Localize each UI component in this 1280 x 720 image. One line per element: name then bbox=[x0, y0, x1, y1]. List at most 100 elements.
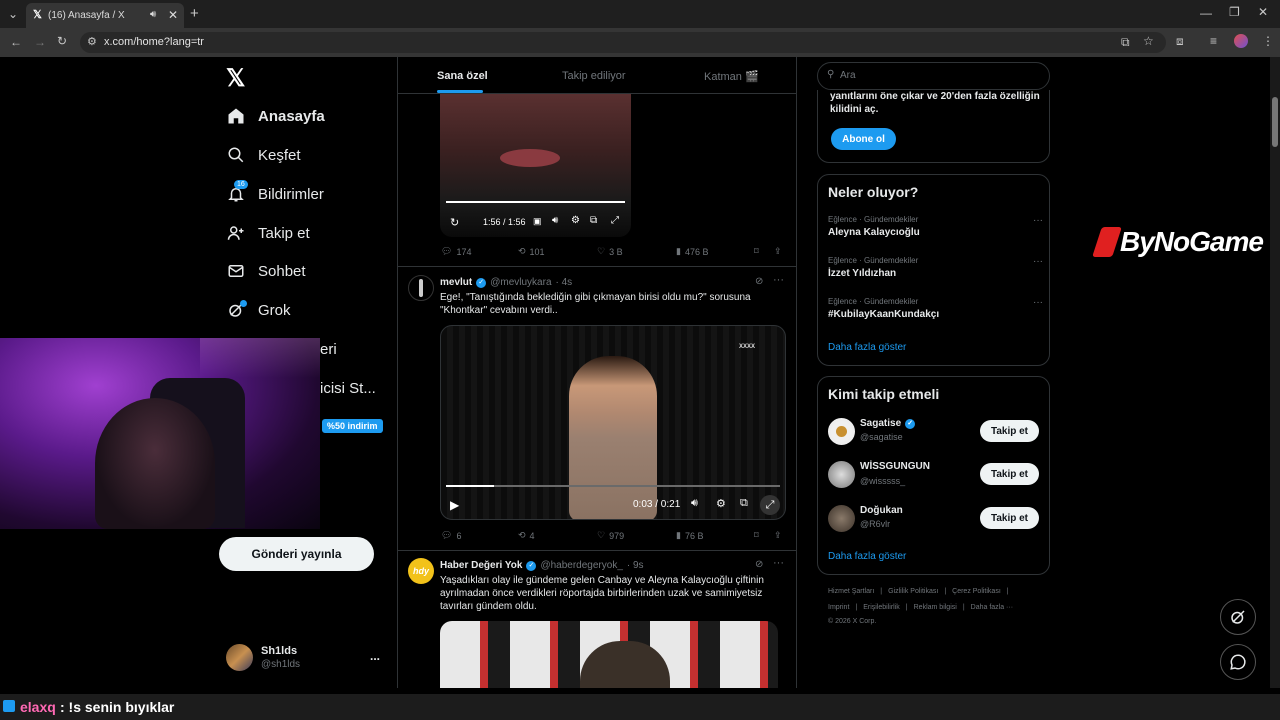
nav-explore[interactable]: Keşfet bbox=[226, 142, 301, 168]
post2-bookmark-icon[interactable]: ⌑ bbox=[754, 530, 759, 541]
user-avatar[interactable] bbox=[828, 505, 855, 532]
bookmark-star-icon[interactable]: ☆ bbox=[1143, 35, 1154, 47]
play-icon[interactable]: ▶ bbox=[450, 498, 459, 512]
nav-follow[interactable]: Takip et bbox=[226, 220, 310, 246]
footer-link[interactable]: Imprint bbox=[828, 604, 849, 611]
nav-lists[interactable]: eri bbox=[320, 336, 337, 362]
footer-link[interactable]: Erişilebilirlik bbox=[863, 604, 900, 611]
follow-button[interactable]: Takip et bbox=[980, 507, 1039, 529]
tab-audio-icon[interactable]: 🔊︎ bbox=[150, 9, 156, 20]
footer-link[interactable]: Gizlilik Politikası bbox=[888, 588, 938, 595]
messages-float-button[interactable] bbox=[1220, 644, 1256, 680]
new-tab-icon[interactable]: + bbox=[190, 6, 199, 21]
post1-bookmark-icon[interactable]: ⌑ bbox=[754, 246, 759, 257]
window-close-icon[interactable]: ✕ bbox=[1258, 6, 1268, 18]
post2-name[interactable]: mevlut bbox=[440, 277, 472, 288]
user-name[interactable]: WİSSGUNGUN bbox=[860, 461, 930, 472]
post2-progress-track[interactable] bbox=[446, 485, 780, 487]
browser-menu-icon[interactable]: ⋮ bbox=[1262, 35, 1274, 47]
user-name-row[interactable]: Sagatise ✓ bbox=[860, 418, 916, 429]
subscribe-button[interactable]: Abone ol bbox=[831, 128, 896, 150]
site-info-icon[interactable]: ⚙ bbox=[87, 35, 97, 48]
pip-icon[interactable]: ⧉ bbox=[590, 215, 597, 226]
post2-video[interactable]: XXXX ▶ 0:03 / 0:21 🔊︎ ⚙ ⧉ ⤢ bbox=[440, 325, 786, 520]
footer-link[interactable]: Daha fazla ··· bbox=[971, 604, 1013, 611]
follow-button[interactable]: Takip et bbox=[980, 463, 1039, 485]
search-box[interactable]: ⚲ Ara bbox=[817, 62, 1050, 90]
tab-search-icon[interactable]: ⌄ bbox=[8, 8, 18, 20]
who-show-more[interactable]: Daha fazla göster bbox=[828, 551, 906, 562]
post3-handle[interactable]: @haberdegeryok_ bbox=[540, 560, 622, 571]
reload-icon[interactable]: ↻ bbox=[57, 35, 67, 47]
browser-tab[interactable]: 𝕏 (16) Anasayfa / X 🔊︎ ✕ bbox=[26, 3, 184, 28]
post2-share-icon[interactable]: ⇪ bbox=[774, 530, 782, 541]
fullscreen-icon[interactable]: ⤢ bbox=[611, 215, 619, 226]
extensions-icon[interactable]: ⧈ bbox=[1176, 35, 1184, 47]
profile-avatar[interactable] bbox=[1234, 34, 1248, 48]
footer-link[interactable]: Çerez Politikası bbox=[952, 588, 1001, 595]
tab-for-you[interactable]: Sana özel bbox=[437, 70, 488, 82]
post1-repost[interactable]: ⟲ 101 bbox=[518, 246, 545, 257]
post-button[interactable]: Gönderi yayınla bbox=[219, 537, 374, 571]
media-icon[interactable]: ≡ bbox=[1210, 35, 1217, 47]
settings-icon[interactable]: ⚙ bbox=[716, 497, 726, 510]
post3-more-icon[interactable]: ··· bbox=[773, 557, 784, 569]
post1-views[interactable]: ▮ 476 B bbox=[676, 246, 708, 257]
post1-reply[interactable]: 💬︎ 174 bbox=[441, 246, 471, 257]
nav-home[interactable]: Anasayfa bbox=[226, 103, 325, 129]
nav-premium[interactable]: icisi St... bbox=[320, 375, 376, 401]
post3-image[interactable] bbox=[440, 621, 778, 688]
post2-repost[interactable]: ⟲ 4 bbox=[518, 530, 535, 541]
back-icon[interactable]: ← bbox=[10, 36, 22, 48]
post2-avatar[interactable] bbox=[408, 275, 434, 301]
trend-item[interactable]: Eğlence · Gündemdekiler #KubilayKaanKund… bbox=[828, 297, 1043, 327]
user-name[interactable]: Doğukan bbox=[860, 505, 903, 516]
trend-more-icon[interactable]: ··· bbox=[1033, 256, 1043, 267]
footer-link[interactable]: Hizmet Şartları bbox=[828, 588, 874, 595]
replay-icon[interactable]: ↻ bbox=[450, 216, 459, 229]
post1-share-icon[interactable]: ⇪ bbox=[774, 246, 782, 257]
page-scrollbar[interactable] bbox=[1270, 57, 1280, 688]
post2-handle[interactable]: @mevluykara bbox=[490, 277, 551, 288]
grok-float-button[interactable] bbox=[1220, 599, 1256, 635]
post2-reply[interactable]: 💬︎ 6 bbox=[441, 530, 461, 541]
trend-more-icon[interactable]: ··· bbox=[1033, 215, 1043, 226]
nav-chat[interactable]: Sohbet bbox=[226, 258, 306, 284]
footer-link[interactable]: Reklam bilgisi bbox=[914, 604, 957, 611]
post1-video[interactable]: ↻ 1:56 / 1:56 ▣ 🔊︎ ⚙ ⧉ ⤢ bbox=[440, 94, 631, 237]
nav-notifications[interactable]: 16 Bildirimler bbox=[226, 180, 324, 207]
grok-post-icon[interactable]: ⊘ bbox=[755, 559, 763, 570]
user-avatar[interactable] bbox=[828, 461, 855, 488]
post3-time[interactable]: · 9s bbox=[627, 560, 644, 571]
trends-show-more[interactable]: Daha fazla göster bbox=[828, 342, 906, 353]
trend-item[interactable]: Eğlence · Gündemdekiler Aleyna Kalaycıoğ… bbox=[828, 215, 1043, 245]
post1-progress[interactable] bbox=[446, 201, 625, 203]
fullscreen-icon[interactable]: ⤢ bbox=[760, 495, 780, 515]
volume-icon[interactable]: 🔊︎ bbox=[552, 215, 558, 226]
pip-icon[interactable]: ⧉ bbox=[740, 497, 748, 510]
forward-icon[interactable]: → bbox=[34, 36, 46, 48]
tab-close-icon[interactable]: ✕ bbox=[168, 8, 178, 22]
x-logo-icon[interactable]: 𝕏 bbox=[226, 64, 245, 93]
account-avatar[interactable] bbox=[226, 644, 253, 671]
post2-time[interactable]: · 4s bbox=[556, 277, 573, 288]
tab-following[interactable]: Takip ediliyor bbox=[562, 70, 626, 82]
captions-icon[interactable]: ▣ bbox=[533, 216, 542, 227]
post2-views[interactable]: ▮ 76 B bbox=[676, 530, 703, 541]
trend-item[interactable]: Eğlence · Gündemdekiler İzzet Yıldızhan … bbox=[828, 256, 1043, 286]
post3-name[interactable]: Haber Değeri Yok bbox=[440, 560, 522, 571]
trend-more-icon[interactable]: ··· bbox=[1033, 297, 1043, 308]
restore-icon[interactable]: ❐ bbox=[1229, 6, 1240, 18]
grok-post-icon[interactable]: ⊘ bbox=[755, 276, 763, 287]
install-icon[interactable]: ⧉ bbox=[1121, 36, 1130, 48]
post2-more-icon[interactable]: ··· bbox=[773, 274, 784, 286]
tab-layer[interactable]: Katman 🎬 bbox=[704, 70, 759, 83]
user-avatar[interactable] bbox=[828, 418, 855, 445]
url-bar[interactable]: ⚙ x.com/home?lang=tr bbox=[80, 32, 1166, 53]
follow-button[interactable]: Takip et bbox=[980, 420, 1039, 442]
account-more-button[interactable]: ... bbox=[370, 649, 380, 663]
post3-avatar[interactable]: hdy bbox=[408, 558, 434, 584]
post1-like[interactable]: ♡ 3 B bbox=[597, 246, 623, 257]
volume-icon[interactable]: 🔊︎ bbox=[691, 497, 698, 510]
minimize-icon[interactable]: — bbox=[1200, 7, 1212, 19]
